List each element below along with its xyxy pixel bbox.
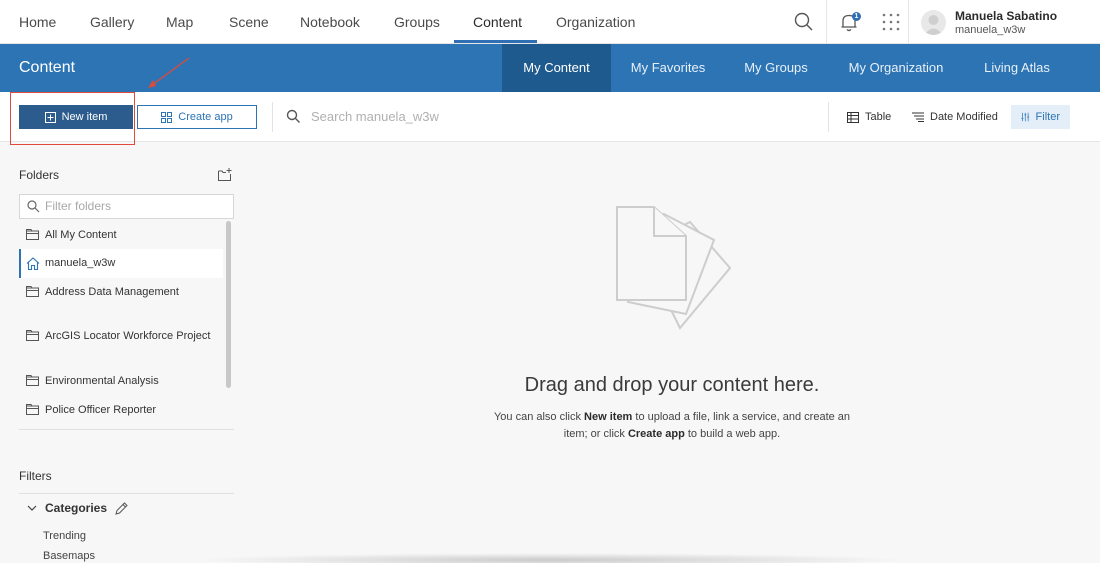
new-item-reference: New item — [584, 411, 633, 423]
nav-active-indicator — [454, 40, 537, 43]
sliders-icon — [1021, 112, 1030, 122]
create-app-button[interactable]: Create app — [137, 105, 257, 129]
sort-label: Date Modified — [930, 111, 998, 123]
nav-notebook[interactable]: Notebook — [300, 0, 360, 44]
plus-square-icon — [44, 111, 56, 123]
avatar[interactable] — [921, 10, 946, 35]
folders-heading: Folders — [19, 168, 60, 182]
content-header: Content My Content My Favorites My Group… — [0, 44, 1100, 92]
empty-state-description: You can also click New item to upload a … — [493, 411, 851, 440]
add-folder-icon[interactable] — [218, 168, 232, 186]
nav-gallery[interactable]: Gallery — [90, 0, 134, 44]
tab-my-favorites[interactable]: My Favorites — [621, 44, 715, 92]
bottom-shadow — [190, 553, 910, 563]
table-icon — [847, 111, 859, 123]
create-app-label: Create app — [178, 111, 233, 123]
top-navigation: Home Gallery Map Scene Notebook Groups C… — [0, 0, 1100, 44]
nav-home[interactable]: Home — [19, 0, 56, 44]
filter-folders-input[interactable]: Filter folders — [19, 194, 234, 219]
search-input[interactable]: Search manuela_w3w — [311, 92, 439, 142]
chevron-down-icon — [27, 505, 37, 511]
folder-icon — [26, 229, 39, 240]
filters-heading: Filters — [19, 469, 52, 483]
sort-lines-icon — [912, 112, 924, 122]
table-view-button[interactable]: Table — [847, 105, 891, 129]
folder-icon — [26, 375, 39, 386]
home-icon — [26, 257, 40, 270]
nav-content[interactable]: Content — [473, 0, 522, 44]
categories-label: Categories — [45, 501, 108, 515]
app-grid-icon — [161, 111, 173, 123]
nav-map[interactable]: Map — [166, 0, 193, 44]
nav-scene[interactable]: Scene — [229, 0, 269, 44]
folder-icon — [26, 286, 39, 297]
nav-divider — [908, 0, 909, 44]
nav-divider — [826, 0, 827, 44]
folder-icon — [26, 330, 39, 341]
toolbar-divider — [828, 102, 829, 132]
new-item-button[interactable]: New item — [19, 105, 133, 129]
tab-my-content[interactable]: My Content — [502, 44, 611, 92]
nav-groups[interactable]: Groups — [394, 0, 440, 44]
categories-toggle[interactable]: Categories — [27, 501, 128, 515]
category-item-basemaps[interactable]: Basemaps — [43, 550, 95, 562]
documents-illustration-icon — [616, 206, 732, 330]
tab-my-groups[interactable]: My Groups — [733, 44, 819, 92]
filter-label: Filter — [1035, 111, 1060, 123]
create-app-reference: Create app — [627, 428, 685, 440]
user-handle: manuela_w3w — [955, 24, 1026, 36]
search-icon — [27, 200, 40, 213]
toolbar-divider — [272, 102, 273, 132]
category-item-trending[interactable]: Trending — [43, 530, 86, 542]
tab-living-atlas[interactable]: Living Atlas — [970, 44, 1064, 92]
search-icon[interactable] — [792, 10, 816, 34]
folder-item-manuela-w3w[interactable]: manuela_w3w — [19, 249, 223, 278]
folder-list: All My Content manuela_w3w Address Data … — [19, 221, 234, 430]
user-name[interactable]: Manuela Sabatino — [955, 9, 1057, 23]
filter-button[interactable]: Filter — [1011, 105, 1070, 129]
empty-state-title: Drag and drop your content here. — [524, 374, 820, 396]
page-title: Content — [19, 59, 76, 76]
tab-my-organization[interactable]: My Organization — [839, 44, 953, 92]
folder-icon — [26, 404, 39, 415]
notification-badge: 1 — [852, 12, 861, 21]
folder-list-scrollbar[interactable] — [226, 221, 231, 388]
filters-divider — [19, 493, 234, 494]
content-toolbar: New item Create app Search manuela_w3w T… — [0, 92, 1100, 142]
new-item-label: New item — [61, 111, 108, 123]
table-view-label: Table — [865, 111, 892, 123]
filter-folders-placeholder: Filter folders — [45, 199, 112, 213]
search-icon — [286, 109, 301, 129]
pencil-icon[interactable] — [115, 501, 128, 515]
app-launcher-icon[interactable] — [879, 10, 903, 34]
nav-organization[interactable]: Organization — [556, 0, 635, 44]
sort-button[interactable]: Date Modified — [912, 105, 998, 129]
